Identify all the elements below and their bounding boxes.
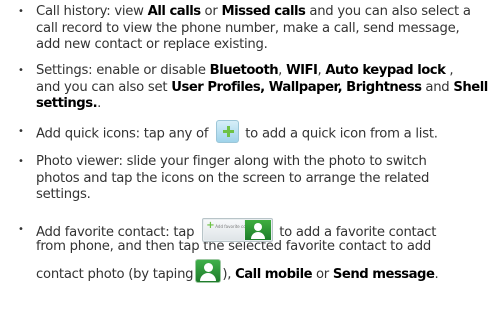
text-line: Call history: view All calls or Missed c… xyxy=(36,4,486,21)
list-item-settings: • Settings: enable or disable Bluetooth,… xyxy=(18,63,488,113)
text-run: and you can also set xyxy=(36,79,172,95)
list-item-quick-icons: • Add quick icons: tap any of to add a qu… xyxy=(18,120,486,144)
text-line: Add quick icons: tap any of to add a quic… xyxy=(36,120,486,143)
quick-icons-text: Add quick icons: tap any of to add a quic… xyxy=(36,120,486,143)
bullet: • xyxy=(18,156,24,167)
text-run: ), xyxy=(222,267,236,282)
text-run: contact photo (by taping xyxy=(36,267,194,282)
text-line: add new contact or replace existing. xyxy=(36,37,268,52)
text-line: settings. xyxy=(36,187,91,202)
text-run: Settings: enable or disable xyxy=(36,63,210,78)
list-item-call-history: • Call history: view All calls or Missed… xyxy=(18,4,486,54)
settings-text: Settings: enable or disable Bluetooth, W… xyxy=(36,63,488,113)
text-line: and you can also set User Profiles, Wall… xyxy=(36,79,488,97)
text-line: Photo viewer: slide your finger along wi… xyxy=(36,154,427,169)
text-run: or xyxy=(312,267,333,282)
text-line: settings.. xyxy=(36,96,486,113)
contact-person-icon xyxy=(245,220,272,240)
list-item-photo-viewer: • Photo viewer: slide your finger along … xyxy=(18,154,486,204)
keyword-bluetooth: Bluetooth xyxy=(209,63,279,78)
document-page: • Call history: view All calls or Missed… xyxy=(0,0,491,324)
text-line: Settings: enable or disable Bluetooth, W… xyxy=(36,63,486,80)
text-run: and you can also select a xyxy=(305,4,471,19)
text-run: Add quick icons: tap any of xyxy=(36,126,209,142)
keyword-missed-calls: Missed calls xyxy=(221,4,306,19)
text-line: contact photo (by taping), Call mobile o… xyxy=(36,259,486,283)
list-item-favorite-contact: • Add favorite contact: tap + Add favorite… xyxy=(18,218,486,322)
text-run: Add favorite contact: tap xyxy=(36,225,195,240)
keyword-profiles-wallpaper-brightness: User Profiles, Wallpaper, Brightness xyxy=(171,79,422,95)
keyword-call-mobile: Call mobile xyxy=(235,267,313,282)
bullet: • xyxy=(18,6,24,17)
text-run: , xyxy=(445,63,454,78)
text-line: photos and tap the icons on the screen t… xyxy=(36,170,430,186)
bullet: • xyxy=(18,126,24,137)
text-run: to add a favorite contact xyxy=(279,225,437,240)
text-run: to add a quick icon from a list. xyxy=(245,126,438,142)
photo-viewer-text: Photo viewer: slide your finger along wi… xyxy=(36,154,486,204)
text-run: or xyxy=(200,4,222,19)
keyword-send-message: Send message xyxy=(332,267,435,282)
text-run: and xyxy=(421,79,454,95)
text-run: Call history: view xyxy=(36,4,148,19)
keyword-settings: settings. xyxy=(36,96,98,111)
keyword-shell: Shell xyxy=(453,79,488,95)
text-run: . xyxy=(434,267,439,282)
widget-add-panel: + Add favorite contact xyxy=(204,220,256,240)
keyword-auto-keypad-lock: Auto keypad lock xyxy=(325,63,446,78)
text-line: call record to view the phone number, ma… xyxy=(36,20,460,36)
keyword-wifi: WIFI xyxy=(286,63,318,78)
bullet: • xyxy=(18,224,24,235)
favorite-contact-text: Add favorite contact: tap + Add favorite c… xyxy=(36,218,486,283)
contact-photo-icon xyxy=(195,259,222,283)
add-icon xyxy=(216,120,240,143)
text-run: . xyxy=(97,96,102,111)
call-history-text: Call history: view All calls or Missed c… xyxy=(36,4,486,54)
plus-icon: + xyxy=(206,220,215,231)
add-favorite-contact-widget-icon: + Add favorite contact xyxy=(202,218,274,242)
text-run: , xyxy=(278,63,287,78)
text-line: Add favorite contact: tap + Add favorite c… xyxy=(36,218,486,242)
keyword-all-calls: All calls xyxy=(147,4,201,19)
bullet: • xyxy=(18,65,24,76)
